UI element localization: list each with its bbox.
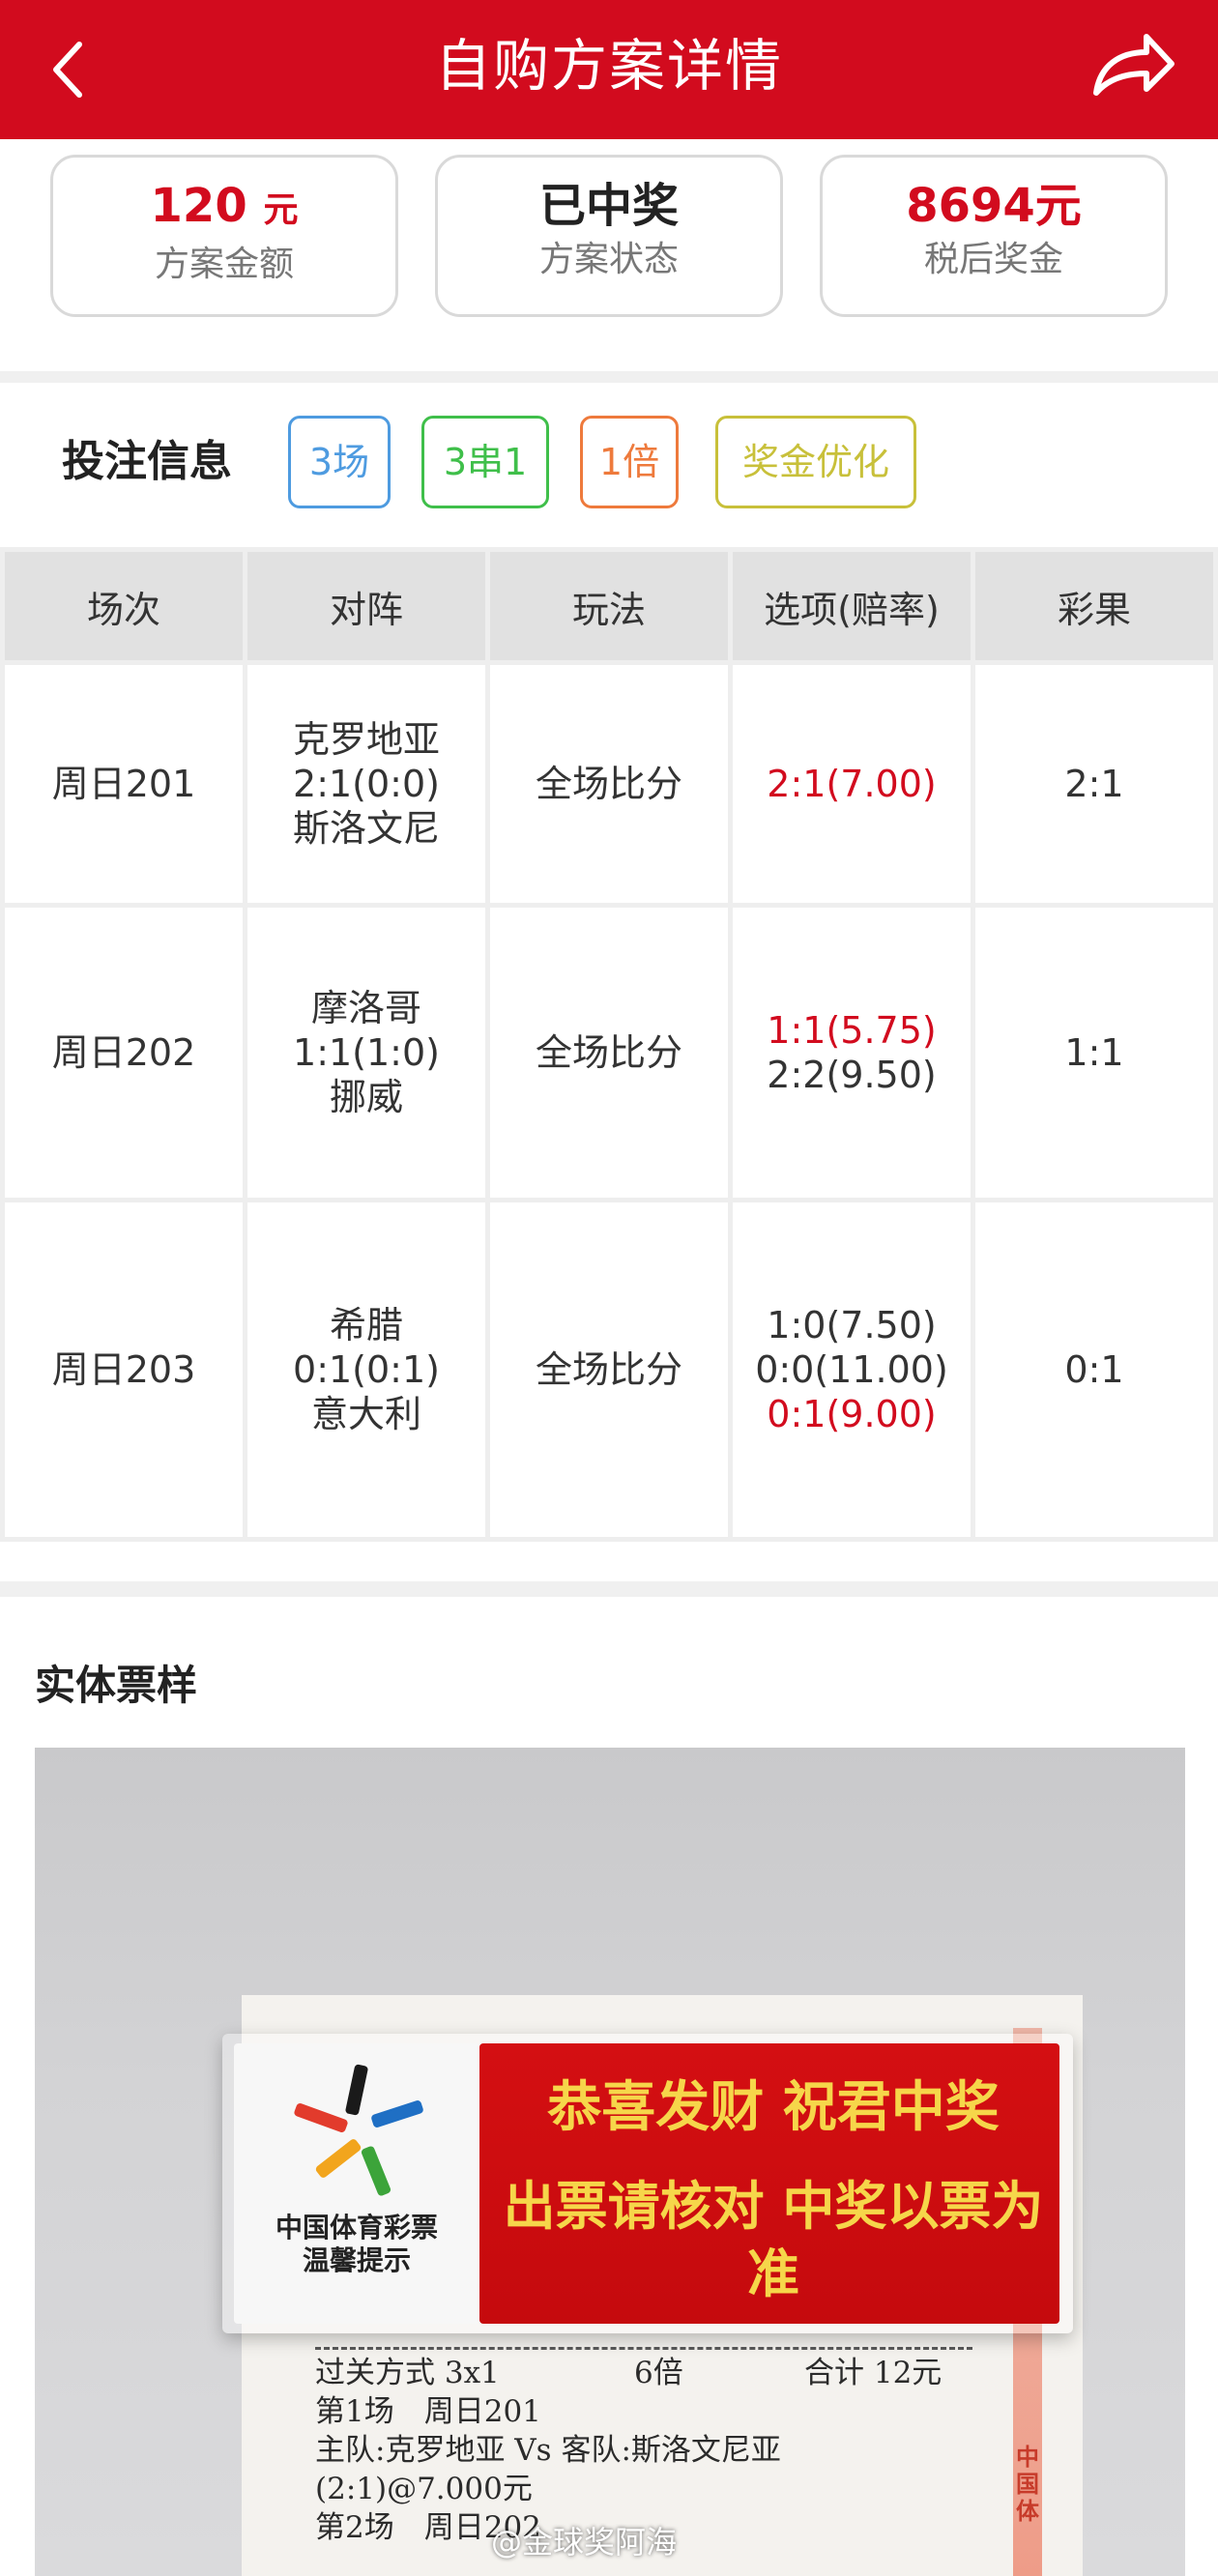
header-match-no: 场次	[5, 552, 243, 660]
logo-line-1: 中国体育彩票	[275, 2212, 438, 2243]
teams-cell: 克罗地亚 2:1(0:0) 斯洛文尼	[247, 665, 485, 903]
play-type-cell: 全场比分	[490, 908, 728, 1198]
options-cell: 1:1(5.75) 2:2(9.50)	[733, 908, 971, 1198]
share-button[interactable]	[1087, 25, 1179, 108]
option-hit: 2:1(7.00)	[767, 763, 937, 805]
bet-table: 场次 对阵 玩法 选项(赔率) 彩果 周日201 克罗地亚 2:1(0:0) 斯…	[0, 547, 1218, 1542]
header-teams: 对阵	[247, 552, 485, 660]
ticket-total: 合计 12元	[804, 2356, 942, 2390]
prize-label: 税后奖金	[923, 240, 1063, 279]
table-row: 周日203 希腊 0:1(0:1) 意大利 全场比分 1:0(7.50) 0:0…	[5, 1202, 1213, 1537]
status-card: 已中奖 方案状态	[435, 155, 783, 317]
status-value: 已中奖	[538, 179, 679, 233]
prize-optimize-tag: 奖金优化	[715, 416, 916, 508]
play-type-cell: 全场比分	[490, 665, 728, 903]
away-team: 斯洛文尼	[292, 807, 440, 850]
options-cell: 1:0(7.50) 0:0(11.00) 0:1(9.00)	[733, 1202, 971, 1537]
table-header-row: 场次 对阵 玩法 选项(赔率) 彩果	[5, 552, 1213, 660]
prize-value: 8694元	[906, 179, 1082, 233]
match-no-cell: 周日201	[5, 665, 243, 903]
plaque-slogan-1: 恭喜发财 祝君中奖	[547, 2076, 1000, 2139]
plan-summary: 120 元 方案金额 已中奖 方案状态 8694元 税后奖金	[0, 139, 1218, 371]
result-cell: 2:1	[975, 665, 1213, 903]
section-divider	[0, 371, 1218, 383]
bet-info-section: 投注信息 3场 3串1 1倍 奖金优化	[0, 383, 1218, 545]
ticket-multiple: 6倍	[634, 2356, 683, 2390]
amount-number: 120	[150, 179, 247, 233]
ticket-dashed-line	[315, 2347, 972, 2350]
result-cell: 1:1	[975, 908, 1213, 1198]
option: 2:2(9.50)	[767, 1054, 937, 1096]
header-options-odds: 选项(赔率)	[733, 552, 971, 660]
option-hit: 1:1(5.75)	[767, 1009, 937, 1052]
away-team: 挪威	[329, 1076, 403, 1118]
ticket-sample-title: 实体票样	[35, 1662, 198, 1709]
share-arrow-icon	[1093, 34, 1174, 96]
option-hit: 0:1(9.00)	[767, 1393, 937, 1435]
ticket-line: (2:1)@7.000元	[315, 2472, 533, 2506]
bet-info-title: 投注信息	[62, 437, 232, 486]
status-label: 方案状态	[538, 240, 679, 279]
amount-label: 方案金额	[154, 245, 294, 284]
match-no-cell: 周日203	[5, 1202, 243, 1537]
pass-type-tag: 3串1	[421, 416, 549, 508]
option: 1:0(7.50)	[767, 1304, 937, 1346]
plaque-slogan-2: 出票请核对 中奖以票为准	[503, 2176, 1044, 2304]
prize-card: 8694元 税后奖金	[820, 155, 1168, 317]
result-cell: 0:1	[975, 1202, 1213, 1537]
top-navigation-bar: 自购方案详情	[0, 0, 1218, 139]
table-row: 周日201 克罗地亚 2:1(0:0) 斯洛文尼 全场比分 2:1(7.00) …	[5, 665, 1213, 903]
match-no-cell: 周日202	[5, 908, 243, 1198]
ticket-line: 第1场 周日201	[315, 2394, 541, 2429]
section-divider	[0, 1581, 1218, 1597]
page-title: 自购方案详情	[434, 33, 783, 99]
table-row: 周日202 摩洛哥 1:1(1:0) 挪威 全场比分 1:1(5.75) 2:2…	[5, 908, 1213, 1198]
teams-cell: 摩洛哥 1:1(1:0) 挪威	[247, 908, 485, 1198]
weibo-watermark: @金球奖阿海	[491, 2524, 678, 2561]
pass-mode: 过关方式 3x1	[315, 2356, 500, 2390]
teams-cell: 希腊 0:1(0:1) 意大利	[247, 1202, 485, 1537]
ticket-line: 过关方式 3x1 6倍 合计 12元	[315, 2354, 1011, 2392]
option: 0:0(11.00)	[755, 1348, 948, 1391]
amount-value: 120 元	[53, 177, 395, 240]
amount-card: 120 元 方案金额	[50, 155, 398, 317]
sports-lottery-logo	[294, 2064, 423, 2196]
home-team: 摩洛哥	[310, 987, 421, 1029]
away-team: 意大利	[310, 1393, 421, 1435]
amount-unit: 元	[263, 190, 299, 230]
match-score: 1:1(1:0)	[293, 1031, 440, 1074]
logo-line-2: 温馨提示	[302, 2244, 411, 2276]
multiple-tag: 1倍	[580, 416, 679, 508]
home-team: 希腊	[329, 1304, 403, 1346]
play-type-cell: 全场比分	[490, 1202, 728, 1537]
match-score: 2:1(0:0)	[293, 763, 440, 805]
plaque-logo-text: 中国体育彩票 温馨提示	[238, 2212, 476, 2277]
header-play-type: 玩法	[490, 552, 728, 660]
header-result: 彩果	[975, 552, 1213, 660]
match-score: 0:1(0:1)	[293, 1348, 440, 1391]
matches-count-tag: 3场	[288, 416, 391, 508]
ticket-edge-text: 中国体	[1016, 2444, 1039, 2525]
options-cell: 2:1(7.00)	[733, 665, 971, 903]
ticket-line: 主队:克罗地亚 Vs 客队:斯洛文尼亚	[315, 2433, 781, 2468]
ticket-print-lines: 过关方式 3x1 6倍 合计 12元 第1场 周日201 主队:克罗地亚 Vs …	[315, 2339, 1011, 2547]
ticket-photo[interactable]: 中国体 中国体育彩票 温馨提示 恭喜发财 祝君中奖 出票请核对 中奖以票为准 过…	[35, 1748, 1185, 2576]
home-team: 克罗地亚	[292, 718, 440, 761]
